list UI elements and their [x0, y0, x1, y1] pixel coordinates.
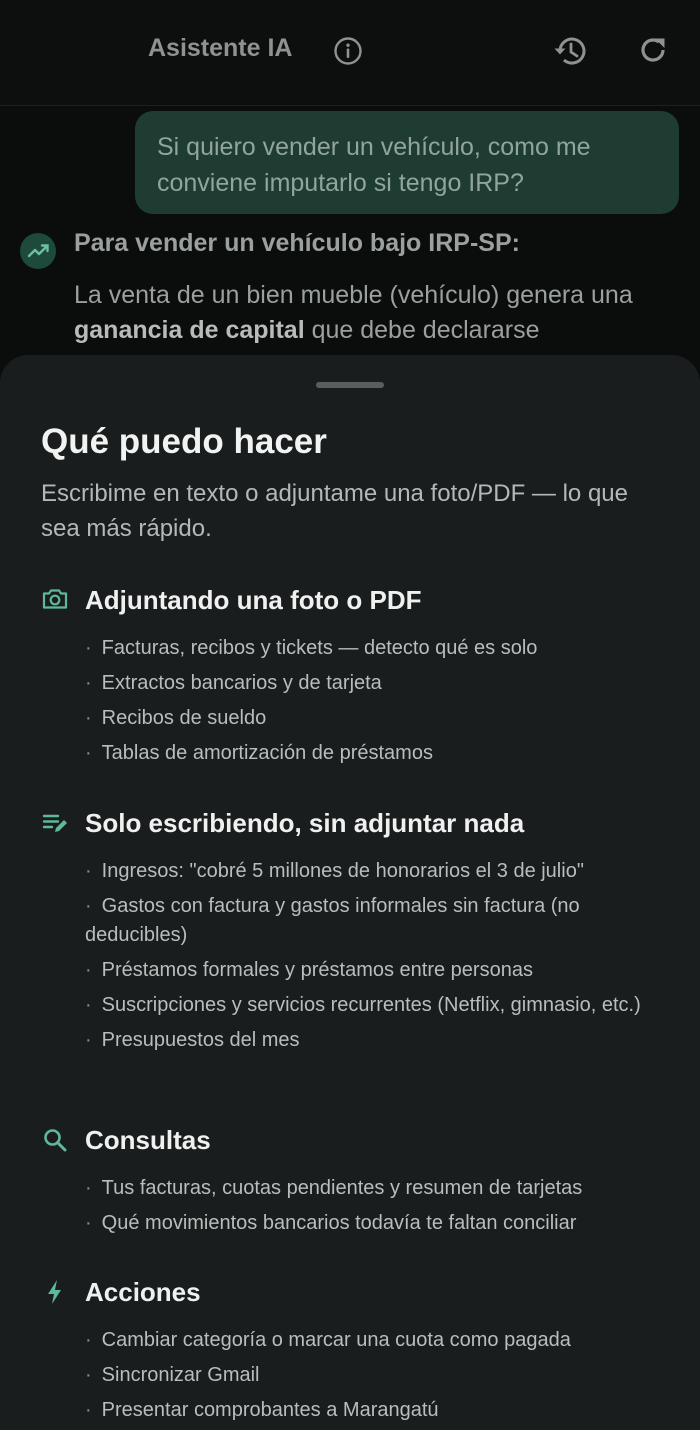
- edit-notes-icon: [42, 814, 67, 832]
- ai-avatar: [20, 233, 56, 269]
- list-item: · Gastos con factura y gastos informales …: [85, 895, 580, 946]
- sheet-title: Qué puedo hacer: [41, 422, 327, 461]
- list-item: · Préstamos formales y préstamos entre pe…: [85, 958, 533, 981]
- ai-body-text: La venta de un bien mueble (vehículo) ge…: [74, 281, 633, 309]
- section-title-text: Solo escribiendo, sin adjuntar nada: [85, 808, 525, 838]
- list-item: · Recibos de sueldo: [85, 707, 267, 729]
- list-item: · Sincronizar Gmail: [85, 1364, 260, 1386]
- app-header: Asistente IA: [0, 0, 700, 106]
- section-title-attach: Adjuntando una foto o PDF: [85, 585, 422, 615]
- section-list-text: · Ingresos: "cobré 5 millones de honorari…: [85, 857, 660, 1061]
- search-icon: [44, 1129, 67, 1152]
- list-item: · Cambiar categoría o marcar una cuota co…: [85, 1329, 571, 1351]
- section-list-actions: · Cambiar categoría o marcar una cuota co…: [85, 1326, 660, 1430]
- ai-body-text-end: que debe declararse: [304, 316, 540, 344]
- sheet-drag-handle[interactable]: [316, 382, 384, 388]
- capabilities-sheet: Qué puedo hacer Escribime en texto o adj…: [0, 355, 700, 1430]
- history-icon[interactable]: [552, 32, 590, 70]
- section-list-attach: · Facturas, recibos y tickets — detecto q…: [85, 634, 660, 774]
- ai-body-bold: ganancia de capital: [74, 316, 305, 344]
- bolt-icon: [48, 1280, 61, 1304]
- section-list-queries: · Tus facturas, cuotas pendientes y resum…: [85, 1174, 660, 1244]
- list-item: · Suscripciones y servicios recurrentes (…: [85, 993, 641, 1016]
- sheet-subtitle: Escribime en texto o adjuntame una foto/…: [41, 480, 628, 542]
- list-item: · Qué movimientos bancarios todavía te fa…: [85, 1212, 577, 1234]
- list-item: · Facturas, recibos y tickets — detecto q…: [85, 637, 538, 659]
- ai-response-body: La venta de un bien mueble (vehículo) ge…: [74, 278, 664, 348]
- info-icon[interactable]: [333, 36, 363, 66]
- section-title-queries: Consultas: [85, 1125, 211, 1155]
- list-item: · Presupuestos del mes: [85, 1028, 300, 1051]
- list-item: · Extractos bancarios y de tarjeta: [85, 672, 382, 694]
- refresh-icon[interactable]: [636, 33, 670, 67]
- list-item: · Ingresos: "cobré 5 millones de honorari…: [85, 860, 584, 882]
- list-item: · Tablas de amortización de préstamos: [85, 742, 433, 764]
- page-title: Asistente IA: [148, 34, 293, 62]
- camera-icon: [42, 589, 68, 609]
- list-item: · Presentar comprobantes a Marangatú: [85, 1399, 439, 1421]
- section-title-actions: Acciones: [85, 1277, 201, 1307]
- list-item: · Tus facturas, cuotas pendientes y resum…: [85, 1177, 583, 1199]
- user-message-bubble: Si quiero vender un vehículo, como me co…: [135, 111, 679, 214]
- ai-response-heading: Para vender un vehículo bajo IRP-SP:: [74, 229, 520, 257]
- trending-icon: [27, 244, 49, 258]
